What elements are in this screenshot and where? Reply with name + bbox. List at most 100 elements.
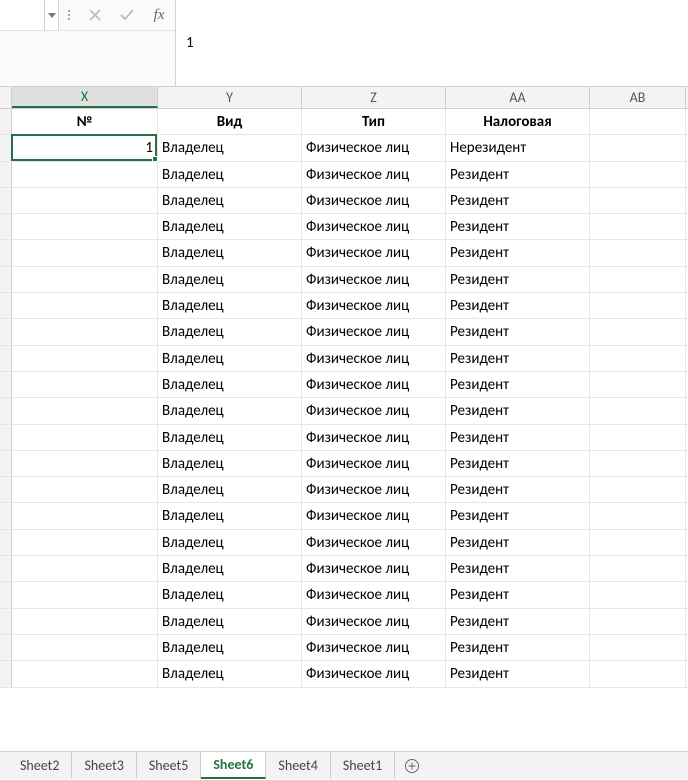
new-sheet-button[interactable] [395,752,429,779]
row-header[interactable] [0,398,12,423]
cell[interactable]: Резидент [446,214,590,239]
cell[interactable] [590,372,686,397]
accept-formula-button[interactable] [111,0,143,30]
cell[interactable] [590,214,686,239]
cell[interactable]: Резидент [446,319,590,344]
cell[interactable]: Тип [302,109,446,134]
row-header[interactable] [0,214,12,239]
formula-input[interactable]: 1 [175,0,688,86]
cell[interactable]: Владелец [158,162,302,187]
cell[interactable]: Владелец [158,582,302,607]
cell[interactable]: Физическое лиц [302,425,446,450]
cell[interactable]: Физическое лиц [302,214,446,239]
cell[interactable]: Физическое лиц [302,477,446,502]
row-header[interactable] [0,556,12,581]
cell[interactable]: Физическое лиц [302,661,446,686]
cell[interactable]: Резидент [446,372,590,397]
column-header-aa[interactable]: AA [446,87,590,108]
cell[interactable]: Владелец [158,661,302,686]
row-header[interactable] [0,451,12,476]
row-header[interactable] [0,661,12,686]
sheet-tab[interactable]: Sheet3 [72,752,136,779]
cell[interactable]: Резидент [446,530,590,555]
row-header[interactable] [0,319,12,344]
cell[interactable]: Владелец [158,293,302,318]
cell[interactable] [590,240,686,265]
cell[interactable]: Налоговая [446,109,590,134]
sheet-tab[interactable]: Sheet1 [331,752,395,779]
row-header[interactable] [0,109,12,134]
cell[interactable]: Владелец [158,609,302,634]
cell[interactable] [12,503,158,528]
select-all-corner[interactable] [0,87,12,108]
cell[interactable] [590,162,686,187]
cell[interactable]: Владелец [158,135,302,160]
cell[interactable] [590,477,686,502]
sheet-tab[interactable]: Sheet2 [8,752,72,779]
cell[interactable]: Резидент [446,162,590,187]
cell[interactable] [12,293,158,318]
cell[interactable] [12,372,158,397]
cell[interactable] [12,477,158,502]
cell[interactable] [12,240,158,265]
row-header[interactable] [0,372,12,397]
cell[interactable] [12,398,158,423]
cancel-formula-button[interactable] [79,0,111,30]
cell[interactable]: Резидент [446,293,590,318]
cell[interactable]: Владелец [158,451,302,476]
cell[interactable]: Резидент [446,582,590,607]
cell[interactable]: Резидент [446,346,590,371]
cell[interactable] [590,135,686,160]
cell[interactable] [12,582,158,607]
cell[interactable]: Резидент [446,609,590,634]
row-header[interactable] [0,162,12,187]
cell[interactable]: Владелец [158,398,302,423]
cell[interactable]: Физическое лиц [302,556,446,581]
cell[interactable]: Резидент [446,188,590,213]
cell[interactable] [12,162,158,187]
cell[interactable]: Физическое лиц [302,372,446,397]
row-header[interactable] [0,635,12,660]
cell[interactable]: Владелец [158,214,302,239]
cell[interactable]: 1 [12,135,158,160]
cell[interactable] [12,530,158,555]
cell[interactable]: Владелец [158,319,302,344]
cell[interactable]: Резидент [446,661,590,686]
row-header[interactable] [0,503,12,528]
sheet-tab[interactable]: Sheet6 [201,752,266,779]
cell[interactable]: Физическое лиц [302,267,446,292]
cell[interactable]: Владелец [158,240,302,265]
cell[interactable] [590,661,686,686]
cell[interactable] [590,556,686,581]
cell[interactable]: Резидент [446,556,590,581]
row-header[interactable] [0,582,12,607]
cell[interactable] [590,109,686,134]
cell[interactable] [590,398,686,423]
cell[interactable] [12,188,158,213]
cell[interactable]: Резидент [446,398,590,423]
cell[interactable]: Резидент [446,635,590,660]
cell[interactable]: Физическое лиц [302,293,446,318]
cell[interactable] [590,503,686,528]
cell[interactable]: Физическое лиц [302,635,446,660]
cell[interactable] [590,267,686,292]
cell[interactable]: Владелец [158,267,302,292]
cell[interactable]: Владелец [158,188,302,213]
cell[interactable] [12,214,158,239]
cell[interactable]: Резидент [446,451,590,476]
column-header-x[interactable]: X [12,87,158,108]
row-header[interactable] [0,293,12,318]
formula-bar-options[interactable] [59,0,79,30]
row-header[interactable] [0,135,12,160]
cell[interactable]: Физическое лиц [302,162,446,187]
cell[interactable] [12,267,158,292]
cell[interactable]: Физическое лиц [302,398,446,423]
cell[interactable]: Резидент [446,267,590,292]
cell[interactable]: Владелец [158,556,302,581]
cell[interactable] [590,609,686,634]
cell[interactable] [12,451,158,476]
row-header[interactable] [0,425,12,450]
cell[interactable]: Владелец [158,346,302,371]
cell[interactable] [590,346,686,371]
cell[interactable]: Резидент [446,240,590,265]
